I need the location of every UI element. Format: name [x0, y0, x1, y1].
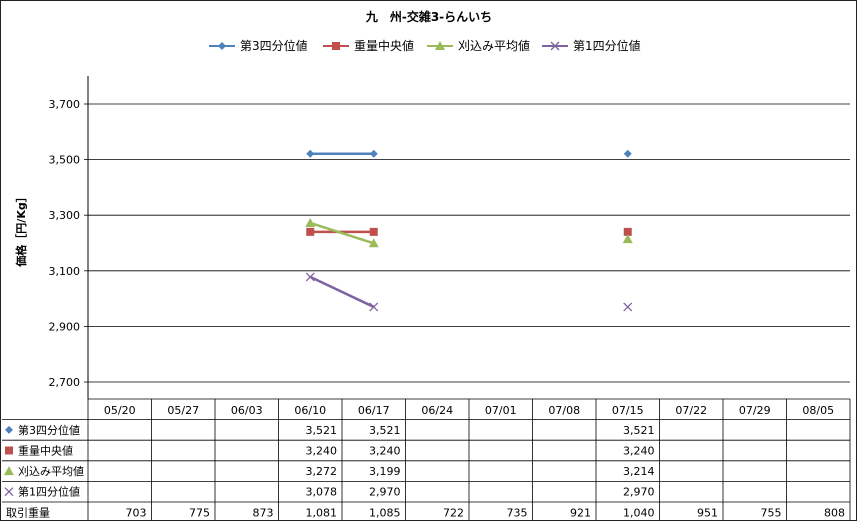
- x-tick-label: 08/05: [802, 404, 834, 417]
- data-label: 3,240: [369, 445, 401, 458]
- table-row-label: 刈込み平均値: [18, 465, 84, 478]
- y-tick-label: 2,900: [49, 320, 81, 333]
- chart-svg: 九 州-交雑3-らんいち第3四分位値 重量中央値 刈込み平均値 第1四分位値2,700…: [2, 9, 851, 520]
- y-axis-label: 価格［円/Kg］: [14, 191, 28, 267]
- legend-label: 第1四分位値: [573, 38, 641, 53]
- legend-label: 第3四分位値: [240, 38, 308, 53]
- data-label: 3,272: [306, 465, 338, 478]
- data-point: [623, 149, 632, 158]
- data-label: 3,240: [306, 445, 338, 458]
- data-point: [305, 217, 316, 227]
- data-label: 2,970: [369, 486, 401, 499]
- table-row-label: 第3四分位値: [18, 423, 80, 437]
- data-label: 808: [824, 506, 845, 519]
- data-label: 775: [189, 506, 210, 519]
- data-label: 1,081: [306, 506, 338, 519]
- x-tick-label: 07/08: [548, 404, 580, 417]
- data-label: 2,970: [623, 486, 655, 499]
- x-tick-label: 07/29: [739, 404, 771, 417]
- data-label: 3,521: [623, 424, 655, 437]
- data-label: 3,521: [369, 424, 401, 437]
- data-label: 3,521: [306, 424, 338, 437]
- data-label: 735: [507, 506, 528, 519]
- x-tick-label: 06/03: [231, 404, 263, 417]
- table-row-label: 取引重量: [6, 505, 50, 519]
- data-label: 951: [697, 506, 718, 519]
- data-point: [369, 149, 378, 158]
- data-point: [623, 302, 633, 312]
- legend-label: 刈込み平均値: [458, 38, 530, 53]
- data-label: 722: [443, 506, 464, 519]
- y-tick-label: 3,700: [49, 98, 81, 111]
- table-row-label: 重量中央値: [18, 444, 73, 458]
- data-label: 921: [570, 506, 591, 519]
- x-tick-label: 07/01: [485, 404, 517, 417]
- legend-marker: [332, 42, 340, 50]
- x-tick-label: 06/10: [294, 404, 326, 417]
- table-legend-key: [5, 446, 13, 455]
- legend-marker: [218, 42, 226, 50]
- x-tick-label: 07/22: [675, 404, 707, 417]
- data-point: [369, 227, 378, 236]
- data-point: [306, 227, 315, 236]
- x-tick-label: 05/27: [167, 404, 199, 417]
- data-label: 1,085: [369, 506, 401, 519]
- data-label: 3,199: [369, 465, 401, 478]
- table-legend-key: [4, 466, 14, 476]
- table-legend-key: [5, 425, 13, 434]
- data-label: 3,078: [306, 486, 338, 499]
- legend-label: 重量中央値: [354, 38, 414, 53]
- data-label: 873: [253, 506, 274, 519]
- x-tick-label: 06/24: [421, 404, 453, 417]
- table-legend-key: [4, 487, 14, 497]
- y-tick-label: 2,700: [49, 376, 81, 389]
- x-tick-label: 05/20: [104, 404, 136, 417]
- data-label: 755: [761, 506, 782, 519]
- data-label: 1,040: [623, 506, 655, 519]
- y-tick-label: 3,300: [49, 209, 81, 222]
- data-point: [306, 149, 315, 158]
- data-label: 3,240: [623, 445, 655, 458]
- y-tick-label: 3,500: [49, 154, 81, 167]
- data-label: 703: [126, 506, 147, 519]
- table-row-label: 第1四分位値: [18, 485, 80, 499]
- data-label: 3,214: [623, 465, 655, 478]
- series-line-segment: [309, 221, 375, 245]
- chart-title: 九 州-交雑3-らんいち: [365, 9, 492, 24]
- y-tick-label: 3,100: [49, 265, 81, 278]
- chart-root: 九 州-交雑3-らんいち 第3四分位値 重量中央値 刈込み平均値 第1四分位値 2,700…: [0, 0, 857, 521]
- series-line-segment: [309, 275, 375, 309]
- x-tick-label: 06/17: [358, 404, 390, 417]
- x-tick-label: 07/15: [612, 404, 644, 417]
